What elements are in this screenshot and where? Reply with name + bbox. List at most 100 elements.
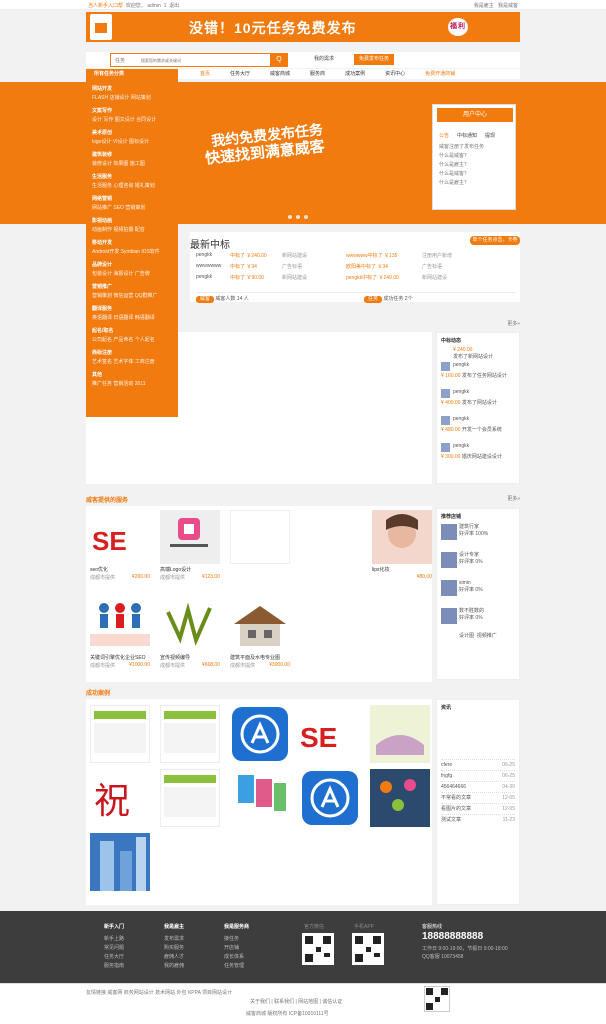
category-group[interactable]: 美术原创 logo设计 VI设计 图标设计 — [92, 129, 172, 145]
service-card[interactable]: 关键词引擎优化企业SEO 成都市提供 ¥1000.00 — [90, 598, 150, 670]
footer-link[interactable]: 发布需求 — [164, 935, 184, 944]
footer-link[interactable]: 接任务 — [224, 935, 249, 944]
category-group[interactable]: 影视动画 动画制作 视频拍摄 配音 — [92, 217, 172, 233]
footer-nav[interactable]: 关于我们 | 联系我们 | 网站地图 | 诚信认证 — [250, 998, 342, 1005]
nav-task-hall[interactable]: 任务大厅 — [220, 69, 260, 79]
list-item[interactable]: 测试文章 11-23 — [441, 814, 515, 825]
dynamic-item[interactable]: pengkk ¥ 480.00 开发一个会员系统 — [441, 416, 515, 442]
footer-link[interactable]: 开店铺 — [224, 944, 249, 953]
category-group[interactable]: 文案写作 设计 写作 图文设计 合同设计 — [92, 107, 172, 123]
shop-item[interactable]: 数不胜数的 好评率 0% — [441, 608, 515, 632]
newbie-link[interactable]: 当人新手入口帮 — [88, 3, 123, 9]
carousel-dot[interactable] — [304, 215, 308, 219]
shop-item[interactable]: 设计专家 好评率 0% — [441, 552, 515, 576]
list-item[interactable]: 看图片的文章 12-05 — [441, 803, 515, 814]
my-needs-link[interactable]: 我的需求 — [314, 55, 334, 62]
case-thumb[interactable] — [370, 769, 430, 827]
employer-link[interactable]: 我是雇主 — [474, 3, 494, 9]
tab-announcement[interactable]: 公告 — [439, 132, 449, 139]
footer-link[interactable]: 任务大厅 — [104, 953, 124, 962]
winner-row[interactable]: wwwwwww 中标了 ￥34 广告标语 欧阳美中标了 ￥34 广告标语 — [196, 263, 516, 271]
case-thumb[interactable]: SE — [300, 705, 360, 763]
service-card[interactable]: 建筑平面及水电专业图 成都市提供 ¥3000.00 — [230, 598, 290, 670]
category-group[interactable]: 网络营销 网站推广 SEO 营销策划 — [92, 195, 172, 211]
nav-providers[interactable]: 服务商 — [300, 69, 335, 79]
search-type-select[interactable]: 任务 — [115, 57, 125, 64]
case-thumb[interactable] — [90, 705, 150, 763]
nav-home[interactable]: 首页 — [190, 69, 220, 79]
list-item[interactable]: 什么是威客？ — [439, 170, 484, 179]
list-item[interactable]: 什么是威客？ — [439, 152, 484, 161]
promo-banner[interactable]: 没错！10元任务免费发布 福利 — [86, 12, 520, 42]
case-thumb[interactable] — [160, 769, 220, 827]
nav-cases[interactable]: 成功案例 — [335, 69, 375, 79]
username-link[interactable]: admin — [147, 3, 161, 9]
footer-link[interactable]: 常见问题 — [104, 944, 124, 953]
service-card[interactable]: 高端Logo设计 成都市提供 ¥123.00 — [160, 510, 220, 582]
search-button[interactable]: Q — [270, 53, 288, 67]
footer-link[interactable]: 服务指南 — [104, 962, 124, 971]
dynamic-item[interactable]: pengkk ¥ 300.00 婚庆网站建设设计 — [441, 443, 515, 469]
carousel-dot[interactable] — [288, 215, 292, 219]
shop-item[interactable]: 建筑行家 好评率 100% — [441, 524, 515, 548]
category-group[interactable]: 起名/取名 公司起名 产品命名 个人起名 — [92, 327, 172, 343]
winner-row[interactable]: pengkk 中标了 ￥90.00 新网站建设 pengkk中标了 ￥240.0… — [196, 274, 516, 282]
service-card[interactable]: lips化妆 ¥80.00 — [372, 510, 432, 582]
category-group[interactable]: 生活服务 生活服务 心理咨询 婚礼策划 — [92, 173, 172, 189]
logout-link[interactable]: 退出 — [169, 3, 179, 9]
list-item[interactable]: 什么是雇主？ — [439, 161, 484, 170]
case-thumb[interactable] — [230, 769, 290, 827]
tab-withdraw[interactable]: 提现 — [485, 132, 495, 139]
nav-mall[interactable]: 威客商城 — [260, 69, 300, 79]
worker-link[interactable]: 我是威客 — [498, 3, 518, 9]
category-group[interactable]: 翻译服务 英语翻译 日语翻译 韩语翻译 — [92, 305, 172, 321]
winner-row[interactable]: pengkk 中标了 ￥240.00 新网站建设 wwwwww中标了 ￥135 … — [196, 252, 516, 260]
tab-win-notice[interactable]: 中标通知 — [457, 132, 477, 139]
service-card[interactable] — [230, 510, 290, 582]
footer-link[interactable]: 我的雇佣 — [164, 962, 184, 971]
user-center-button[interactable]: 用户中心 — [437, 108, 513, 122]
list-item[interactable]: 456464666 04-30 — [441, 781, 515, 792]
footer-link[interactable]: 雇佣人才 — [164, 953, 184, 962]
list-item[interactable]: 威客注册了发布任务 — [439, 143, 484, 152]
app-store-thumb[interactable] — [300, 769, 360, 827]
winners-more-button[interactable]: 单个任务点击，卡券 — [470, 236, 520, 245]
footer-link[interactable]: 成长体系 — [224, 953, 249, 962]
nav-news[interactable]: 资讯中心 — [375, 69, 415, 79]
case-thumb[interactable] — [160, 705, 220, 763]
footer-link[interactable]: 新手上路 — [104, 935, 124, 944]
shop-item[interactable]: simin 好评率 0% — [441, 580, 515, 604]
list-item[interactable]: fngfg 06-25 — [441, 770, 515, 781]
category-group[interactable]: 建筑装修 装修设计 效果图 施工图 — [92, 151, 172, 167]
search-input[interactable] — [141, 56, 271, 64]
dynamic-item[interactable]: pengkk ¥ 400.00 发布了网站设计 — [441, 389, 515, 415]
app-store-thumb[interactable] — [230, 705, 290, 763]
list-item[interactable]: 不常看的文章 12-05 — [441, 792, 515, 803]
category-menu-toggle[interactable]: 所有任务分类 — [86, 69, 178, 79]
carousel-dot[interactable] — [296, 215, 300, 219]
category-group[interactable]: 商标注册 艺术签名 艺术字体 工商注册 — [92, 349, 172, 365]
more-link[interactable]: 更多» — [507, 495, 520, 502]
category-group[interactable]: 品牌设计 包装设计 海报设计 广告牌 — [92, 261, 172, 277]
list-item[interactable]: cfere 06-25 — [441, 759, 515, 770]
dynamic-item[interactable]: pengkk ¥ 160.00 发布了任务网站设计 — [441, 362, 515, 388]
category-group[interactable]: 移动开发 Android开发 Symbian iOS软件 — [92, 239, 172, 255]
category-group[interactable]: 营销推广 营销策划 微信运营 QQ群推广 — [92, 283, 172, 299]
case-thumb[interactable]: 祝 — [90, 769, 150, 827]
dynamic-item[interactable]: ¥ 240.00 发布了新网站设计 — [441, 347, 515, 361]
shop-tag[interactable]: 设计图 — [459, 633, 474, 639]
message-count[interactable]: 1 — [164, 3, 167, 9]
footer-link[interactable]: 任务管理 — [224, 962, 249, 971]
nav-open-shop[interactable]: 免费开通商铺 — [415, 69, 465, 79]
service-card[interactable]: 宣传视频编导 成都市提供 ¥668.00 — [160, 598, 220, 670]
shop-tag[interactable]: 视频推广 — [477, 633, 497, 639]
friend-links[interactable]: 友情链接 威客网 商务网站设计 技术网站 外包 KPPA 项目网站设计 — [86, 989, 232, 996]
service-card[interactable]: SE seo优化 成都市提供 ¥200.00 — [90, 510, 150, 582]
category-group[interactable]: 其他 推广任务 营销活动 2011 — [92, 371, 172, 387]
list-item[interactable]: 什么是雇主？ — [439, 179, 484, 188]
more-link[interactable]: 更多» — [507, 320, 520, 327]
footer-link[interactable]: 购买服务 — [164, 944, 184, 953]
case-thumb[interactable] — [90, 833, 150, 891]
category-group[interactable]: 网站开发 FLASH 店铺设计 网站策划 — [92, 85, 172, 101]
case-thumb[interactable] — [370, 705, 430, 763]
